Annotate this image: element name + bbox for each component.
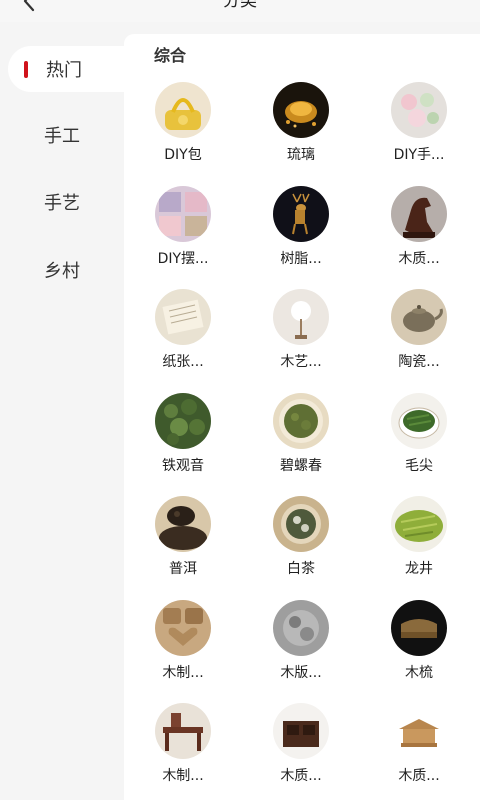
category-label: 木质... [398, 250, 440, 267]
glass-ornament-photo-icon [273, 82, 329, 138]
category-label: 铁观音 [162, 457, 204, 474]
category-label: 木制... [162, 664, 204, 681]
crochet-bag-photo-icon [155, 82, 211, 138]
category-label: DIY摆... [157, 250, 209, 267]
wooden-pavilion-photo-icon [391, 703, 447, 759]
category-label: 木版... [280, 664, 322, 681]
category-item[interactable]: 陶瓷... [360, 289, 478, 393]
wooden-box-photo-icon [273, 703, 329, 759]
category-item[interactable]: 碧螺春 [242, 392, 360, 497]
category-item[interactable]: 木质... [360, 703, 478, 800]
category-item[interactable]: 龙井 [360, 496, 478, 600]
woodblock-photo-icon [273, 599, 329, 656]
category-label: 陶瓷... [398, 354, 440, 370]
wooden-molds-photo-icon [155, 599, 211, 656]
wood-art-photo-icon [273, 289, 329, 345]
category-label: 普洱 [169, 561, 197, 577]
sidebar-item-handmade[interactable]: 手工 [0, 112, 124, 158]
sidebar-item-label: 乡村 [44, 261, 80, 282]
sidebar-item-hot[interactable]: 热门 [8, 46, 124, 92]
page-title: 分类 [223, 0, 257, 11]
category-item[interactable]: 纸张... [124, 289, 242, 393]
category-label: 琉璃 [287, 147, 315, 163]
category-label: 树脂... [280, 250, 322, 267]
category-label: 白茶 [287, 561, 315, 577]
white-tea-photo-icon [273, 496, 329, 552]
category-label: 木梳 [405, 664, 433, 681]
category-label: 碧螺春 [280, 457, 322, 474]
category-item[interactable]: 木梳 [360, 599, 478, 704]
category-item[interactable]: 木版... [242, 599, 360, 704]
diy-ornaments-photo-icon [155, 185, 211, 242]
category-item[interactable]: 普洱 [124, 496, 242, 600]
category-item[interactable]: 白茶 [242, 496, 360, 600]
category-item[interactable]: 树脂... [242, 185, 360, 290]
category-content: 综合 DIY包 琉璃 DIY手... DIY摆... 树脂... 木质... 纸… [124, 34, 480, 800]
category-label: 木质... [398, 768, 440, 784]
wooden-comb-photo-icon [391, 599, 447, 656]
wooden-furniture-photo-icon [155, 703, 211, 759]
category-label: 龙井 [405, 561, 433, 577]
maojian-tea-photo-icon [391, 392, 447, 449]
category-item[interactable]: 木质... [242, 703, 360, 800]
category-label: 木制... [162, 768, 204, 784]
category-item[interactable]: DIY包 [124, 82, 242, 186]
category-label: 纸张... [162, 354, 204, 370]
sidebar-item-rural[interactable]: 乡村 [0, 247, 124, 293]
category-label: DIY手... [393, 147, 445, 163]
category-grid: DIY包 琉璃 DIY手... DIY摆... 树脂... 木质... 纸张..… [124, 82, 480, 800]
longjing-tea-photo-icon [391, 496, 447, 552]
section-title: 综合 [154, 46, 187, 65]
category-label: 毛尖 [405, 457, 433, 474]
category-label: 木艺... [280, 354, 322, 370]
category-item[interactable]: 木制... [124, 703, 242, 800]
category-item[interactable]: 木制... [124, 599, 242, 704]
category-item[interactable]: 木艺... [242, 289, 360, 393]
sidebar-item-label: 热门 [46, 60, 82, 81]
tieguanyin-tea-photo-icon [155, 392, 211, 449]
sidebar-item-craft[interactable]: 手艺 [0, 179, 124, 225]
sidebar-item-label: 手艺 [44, 193, 80, 214]
sidebar-item-label: 手工 [44, 126, 80, 147]
category-item[interactable]: 木质... [360, 185, 478, 290]
handmade-flowers-photo-icon [391, 82, 447, 138]
category-item[interactable]: 琉璃 [242, 82, 360, 186]
category-label: 木质... [280, 768, 322, 784]
active-indicator [24, 61, 28, 78]
category-item[interactable]: DIY摆... [124, 185, 242, 290]
category-item[interactable]: DIY手... [360, 82, 478, 186]
category-sidebar: 热门 手工 手艺 乡村 [0, 22, 124, 800]
category-item[interactable]: 毛尖 [360, 392, 478, 497]
category-item[interactable]: 铁观音 [124, 392, 242, 497]
wooden-horse-photo-icon [391, 185, 447, 242]
biluochun-tea-photo-icon [273, 392, 329, 449]
top-bar: 分类 [0, 0, 480, 22]
category-label: DIY包 [164, 147, 202, 163]
ceramic-teapot-photo-icon [391, 289, 447, 345]
paper-scroll-photo-icon [155, 289, 211, 345]
puer-tea-photo-icon [155, 496, 211, 552]
resin-deer-photo-icon [273, 185, 329, 242]
